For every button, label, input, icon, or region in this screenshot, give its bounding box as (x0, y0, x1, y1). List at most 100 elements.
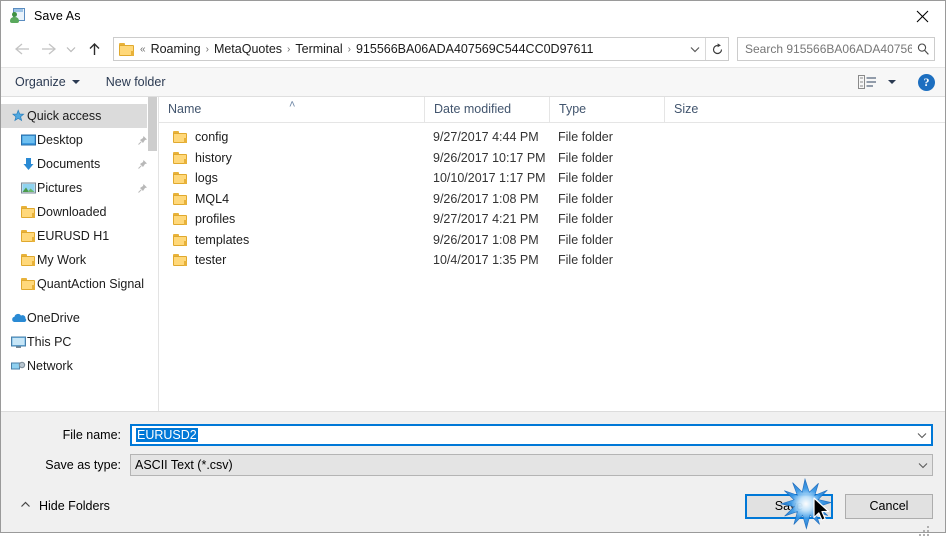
breadcrumb-item-terminal-id[interactable]: 915566BA06ADA407569C544CC0D97611 (353, 41, 596, 57)
save-as-dialog: Save As « Roaming › MetaQuotes › Termina… (0, 0, 946, 536)
sidebar-item-downloaded[interactable]: Downloaded (1, 200, 158, 224)
view-list-icon (858, 74, 878, 90)
chevron-down-icon (888, 80, 896, 84)
desktop-icon (21, 133, 37, 148)
up-button[interactable] (81, 36, 107, 62)
forward-button[interactable] (35, 36, 61, 62)
save-button[interactable]: Save (745, 493, 833, 519)
save-as-icon (10, 8, 26, 24)
folder-icon (21, 253, 37, 268)
file-name-row: File name: EURUSD2 (13, 424, 933, 446)
breadcrumb-separator: › (205, 43, 209, 55)
file-date-cell: 9/27/2017 4:44 PM (433, 130, 539, 145)
file-date-cell: 10/10/2017 1:17 PM (433, 171, 546, 186)
save-as-type-select[interactable]: ASCII Text (*.csv) (130, 454, 933, 476)
folder-icon (21, 277, 37, 292)
file-type-cell: File folder (558, 191, 613, 206)
command-bar: Organize New folder ? (1, 67, 945, 97)
navigation-pane: Quick access Desktop Documents Pictures … (1, 97, 158, 411)
breadcrumb-item-terminal[interactable]: Terminal (292, 41, 345, 57)
resize-grip[interactable] (917, 522, 931, 536)
organize-button[interactable]: Organize (15, 75, 80, 89)
file-name-input[interactable]: EURUSD2 (130, 424, 933, 446)
sidebar-item-quick-access[interactable]: Quick access (1, 104, 158, 128)
chevron-down-icon[interactable] (912, 432, 931, 439)
sidebar-item-onedrive[interactable]: OneDrive (1, 306, 158, 330)
column-label: Name (168, 102, 202, 116)
file-name-cell: config (159, 130, 424, 144)
file-type-cell: File folder (558, 253, 613, 268)
file-date-cell: 9/27/2017 4:21 PM (433, 212, 539, 227)
column-header-size[interactable]: Size (664, 97, 744, 122)
sidebar-item-my-work[interactable]: My Work (1, 248, 158, 272)
sidebar-item-pictures[interactable]: Pictures (1, 176, 158, 200)
table-row[interactable]: logs 10/10/2017 1:17 PM File folder (159, 168, 945, 189)
recent-locations-button[interactable] (61, 36, 81, 62)
search-input[interactable]: Search 915566BA06ADA40756... (737, 37, 935, 61)
new-folder-label: New folder (105, 75, 166, 89)
column-header-row: Name ˄ Date modified Type Size (159, 97, 945, 123)
column-header-type[interactable]: Type (549, 97, 664, 122)
save-as-type-row: Save as type: ASCII Text (*.csv) (13, 454, 933, 476)
star-pin-icon (11, 108, 27, 124)
breadcrumb-item-roaming[interactable]: Roaming (148, 41, 204, 57)
file-name-cell: logs (159, 171, 424, 185)
sidebar-item-quantaction-signal[interactable]: QuantAction Signal (1, 272, 158, 296)
chevron-down-icon[interactable] (913, 462, 932, 469)
hide-folders-button[interactable]: Hide Folders (20, 499, 110, 513)
navigation-bar: « Roaming › MetaQuotes › Terminal › 9155… (1, 31, 945, 67)
sidebar-scrollbar[interactable] (147, 97, 158, 411)
folder-icon (173, 233, 187, 246)
breadcrumb-overflow[interactable]: « (138, 44, 148, 55)
table-row[interactable]: templates 9/26/2017 1:08 PM File folder (159, 230, 945, 251)
new-folder-button[interactable]: New folder (106, 75, 166, 89)
sidebar-scrollbar-thumb[interactable] (148, 97, 157, 151)
cancel-button[interactable]: Cancel (845, 493, 933, 519)
breadcrumb-item-metaquotes[interactable]: MetaQuotes (211, 41, 285, 57)
back-button[interactable] (9, 36, 35, 62)
organize-label: Organize (15, 75, 66, 89)
chevron-up-icon (20, 501, 31, 511)
help-label: ? (923, 74, 930, 89)
address-bar[interactable]: « Roaming › MetaQuotes › Terminal › 9155… (113, 37, 729, 61)
file-name-cell: history (159, 151, 424, 165)
chevron-down-icon (71, 80, 80, 84)
window-title: Save As (34, 9, 81, 23)
sidebar-item-desktop[interactable]: Desktop (1, 128, 158, 152)
folder-icon (119, 42, 134, 56)
sidebar-item-network[interactable]: Network (1, 354, 158, 378)
chevron-down-icon[interactable] (685, 46, 705, 53)
file-name-label: profiles (195, 212, 236, 227)
search-icon[interactable] (912, 42, 934, 56)
breadcrumb-separator: › (347, 43, 351, 55)
folder-icon (173, 192, 187, 205)
help-icon[interactable]: ? (918, 73, 935, 91)
table-row[interactable]: config 9/27/2017 4:44 PM File folder (159, 127, 945, 148)
sidebar-item-this-pc[interactable]: This PC (1, 330, 158, 354)
sidebar-item-label: Desktop (37, 133, 83, 147)
title-bar: Save As (1, 1, 945, 31)
table-row[interactable]: profiles 9/27/2017 4:21 PM File folder (159, 209, 945, 230)
file-name-label: templates (195, 232, 250, 247)
breadcrumb: « Roaming › MetaQuotes › Terminal › 9155… (138, 41, 685, 57)
sidebar-item-label: OneDrive (27, 311, 80, 325)
file-date-cell: 9/26/2017 1:08 PM (433, 232, 539, 247)
sidebar-item-label: My Work (37, 253, 87, 267)
refresh-icon[interactable] (706, 42, 728, 56)
sidebar-item-documents[interactable]: Documents (1, 152, 158, 176)
folder-icon (21, 229, 37, 244)
table-row[interactable]: MQL4 9/26/2017 1:08 PM File folder (159, 189, 945, 210)
column-header-name[interactable]: Name ˄ (159, 97, 424, 122)
sidebar-item-eurusd-h1[interactable]: EURUSD H1 (1, 224, 158, 248)
column-header-date-modified[interactable]: Date modified (424, 97, 549, 122)
change-view-button[interactable] (858, 74, 896, 90)
file-date-cell: 9/26/2017 1:08 PM (433, 191, 539, 206)
folder-icon (173, 172, 187, 185)
file-rows: config 9/27/2017 4:44 PM File folder his… (159, 123, 945, 411)
file-type-cell: File folder (558, 130, 613, 145)
file-name-cell: templates (159, 233, 424, 247)
table-row[interactable]: history 9/26/2017 10:17 PM File folder (159, 148, 945, 169)
close-icon[interactable] (899, 1, 945, 31)
table-row[interactable]: tester 10/4/2017 1:35 PM File folder (159, 250, 945, 271)
